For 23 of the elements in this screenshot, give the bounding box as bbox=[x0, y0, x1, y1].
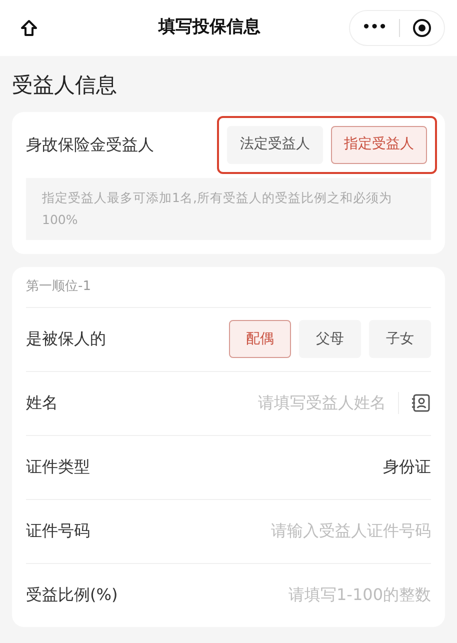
section-title: 受益人信息 bbox=[11, 72, 118, 99]
text-field[interactable]: 请填写1-100的整数 bbox=[134, 583, 431, 607]
text-field[interactable]: 请输入受益人证件号码 bbox=[106, 519, 431, 543]
option-button[interactable]: 子女 bbox=[369, 320, 431, 358]
field-label: 证件号码 bbox=[26, 520, 90, 542]
option-button[interactable]: 指定受益人 bbox=[331, 126, 427, 164]
home-icon bbox=[19, 18, 39, 38]
field-value: 身份证 bbox=[383, 456, 431, 478]
contact-card-icon[interactable] bbox=[411, 393, 431, 413]
text-field[interactable]: 请填写受益人姓名 bbox=[74, 391, 386, 415]
page-title: 填写投保信息 bbox=[158, 16, 261, 40]
option-button[interactable]: 父母 bbox=[299, 320, 361, 358]
close-target-icon[interactable] bbox=[412, 18, 432, 38]
field-label: 身故保险金受益人 bbox=[26, 134, 154, 156]
section-heading: 第一顺位-1 bbox=[26, 278, 92, 296]
field-label: 证件类型 bbox=[26, 456, 90, 478]
field-label: 姓名 bbox=[26, 392, 58, 414]
field-label: 受益比例(%) bbox=[26, 584, 118, 606]
hint-text: 指定受益人最多可添加1名,所有受益人的受益比例之和必须为100% bbox=[26, 178, 431, 240]
field-label: 是被保人的 bbox=[26, 328, 106, 350]
option-button[interactable]: 配偶 bbox=[229, 320, 291, 358]
option-button[interactable]: 法定受益人 bbox=[227, 126, 323, 164]
more-button[interactable]: ••• bbox=[362, 18, 387, 38]
